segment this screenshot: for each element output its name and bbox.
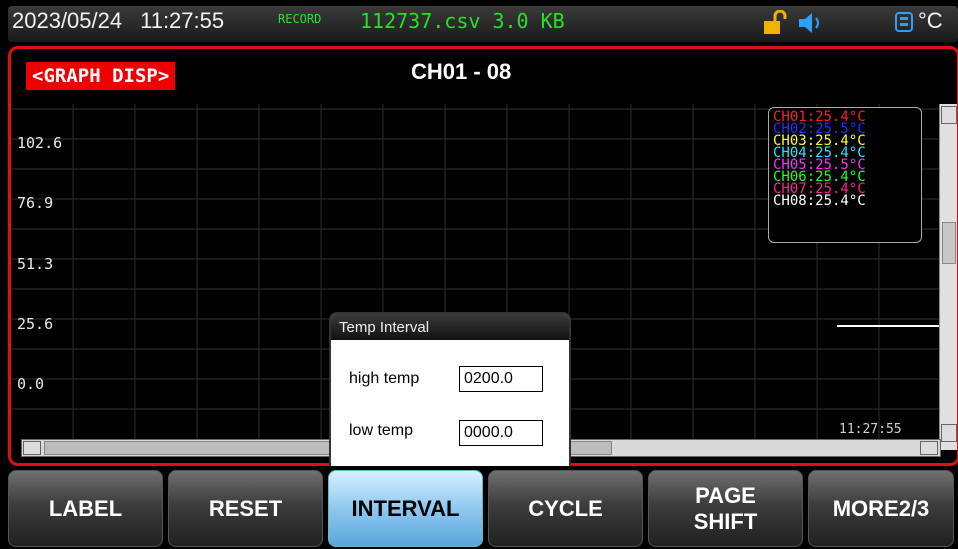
page-shift-line1: PAGE <box>695 482 756 508</box>
y-tick-label: 25.6 <box>17 315 54 333</box>
y-tick-label: 76.9 <box>17 194 54 212</box>
channel-range-title: CH01 - 08 <box>411 59 512 84</box>
scroll-left-button[interactable] <box>23 441 41 455</box>
page-shift-line2: SHIFT <box>693 508 758 534</box>
scroll-down-button[interactable] <box>941 424 957 442</box>
data-trace <box>837 325 939 327</box>
status-date: 2023/05/24 <box>12 8 123 33</box>
high-temp-field[interactable]: 0200.0 <box>459 366 543 392</box>
status-bar: 2023/05/24 11:27:55 RECORD 112737.csv 3.0… <box>0 0 958 44</box>
cycle-button[interactable]: CYCLE <box>488 470 643 547</box>
scroll-up-button[interactable] <box>941 106 957 124</box>
record-size: 3.0 KB <box>492 9 565 33</box>
speaker-icon[interactable] <box>796 11 826 35</box>
dialog-title: Temp Interval <box>331 314 569 340</box>
temp-interval-dialog: Temp Interval high temp 0200.0 low temp … <box>329 312 571 468</box>
y-tick-label: 102.6 <box>17 134 63 152</box>
record-file: 112737.csv 3.0 KB <box>360 9 565 33</box>
high-temp-label: high temp <box>349 370 420 387</box>
unlock-icon[interactable] <box>762 10 788 36</box>
low-temp-field[interactable]: 0000.0 <box>459 420 543 446</box>
more-button-text: MORE2/3 <box>832 495 930 521</box>
unit-label: °C <box>918 8 943 33</box>
reset-button[interactable]: RESET <box>168 470 323 547</box>
reset-button-text: RESET <box>208 495 283 521</box>
label-button-text: LABEL <box>48 495 123 521</box>
low-temp-label: low temp <box>349 422 414 439</box>
time-axis-label: 11:27:55 <box>839 422 902 437</box>
channel-legend: CH01:25.4°C CH02:25.5°C CH03:25.4°C CH04… <box>768 107 922 243</box>
interval-button-text: INTERVAL <box>351 495 460 521</box>
y-tick-label: 51.3 <box>17 255 54 273</box>
cycle-button-text: CYCLE <box>528 495 603 521</box>
vertical-scrollbar[interactable] <box>939 104 957 450</box>
more-button[interactable]: MORE2/3 <box>808 470 954 547</box>
record-label: RECORD <box>278 12 322 26</box>
graph-mode-tag: <GRAPH DISP> <box>26 62 176 90</box>
label-button[interactable]: LABEL <box>8 470 163 547</box>
storage-icon[interactable] <box>894 10 916 34</box>
status-time: 11:27:55 <box>140 8 225 33</box>
datetime: 2023/05/24 11:27:55 <box>12 8 242 34</box>
y-tick-label: 0.0 <box>17 375 45 393</box>
scroll-right-button[interactable] <box>920 441 938 455</box>
record-filename: 112737.csv <box>360 9 481 33</box>
interval-button[interactable]: INTERVAL <box>328 470 483 547</box>
page-shift-button[interactable]: PAGE SHIFT <box>648 470 803 547</box>
legend-ch08: CH08:25.4°C <box>773 193 866 209</box>
function-button-bar: LABEL RESET INTERVAL CYCLE PAGE SHIFT MO… <box>0 466 958 549</box>
vertical-scroll-thumb[interactable] <box>942 222 956 264</box>
